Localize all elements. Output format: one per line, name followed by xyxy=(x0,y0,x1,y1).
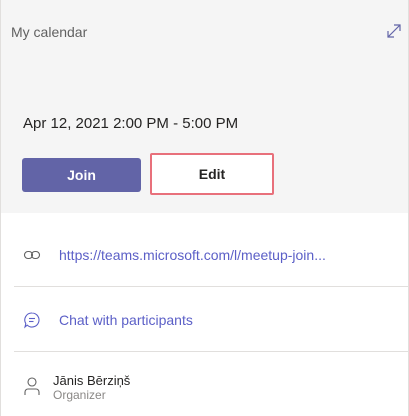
person-icon xyxy=(23,377,41,397)
divider xyxy=(14,351,408,352)
calendar-name: My calendar xyxy=(11,24,88,40)
organizer-row: Jānis Bērziņš Organizer xyxy=(23,373,130,402)
edit-button[interactable]: Edit xyxy=(150,153,274,195)
meeting-header: My calendar Apr 12, 2021 2:00 PM - 5:00 … xyxy=(1,0,408,213)
meeting-details-card: My calendar Apr 12, 2021 2:00 PM - 5:00 … xyxy=(0,0,409,416)
chat-icon xyxy=(23,311,41,329)
chat-with-participants-link[interactable]: Chat with participants xyxy=(59,312,193,328)
chat-row[interactable]: Chat with participants xyxy=(23,311,193,329)
join-button[interactable]: Join xyxy=(22,158,141,192)
organizer-name: Jānis Bērziņš xyxy=(53,373,131,388)
organizer-info: Jānis Bērziņš Organizer xyxy=(53,373,130,402)
meeting-link[interactable]: https://teams.microsoft.com/l/meetup-joi… xyxy=(59,247,326,263)
expand-icon[interactable] xyxy=(385,22,403,40)
link-icon xyxy=(23,246,41,264)
organizer-role: Organizer xyxy=(53,388,106,402)
meeting-link-row[interactable]: https://teams.microsoft.com/l/meetup-joi… xyxy=(23,246,326,264)
divider xyxy=(14,286,408,287)
meeting-time: Apr 12, 2021 2:00 PM - 5:00 PM xyxy=(23,115,239,132)
